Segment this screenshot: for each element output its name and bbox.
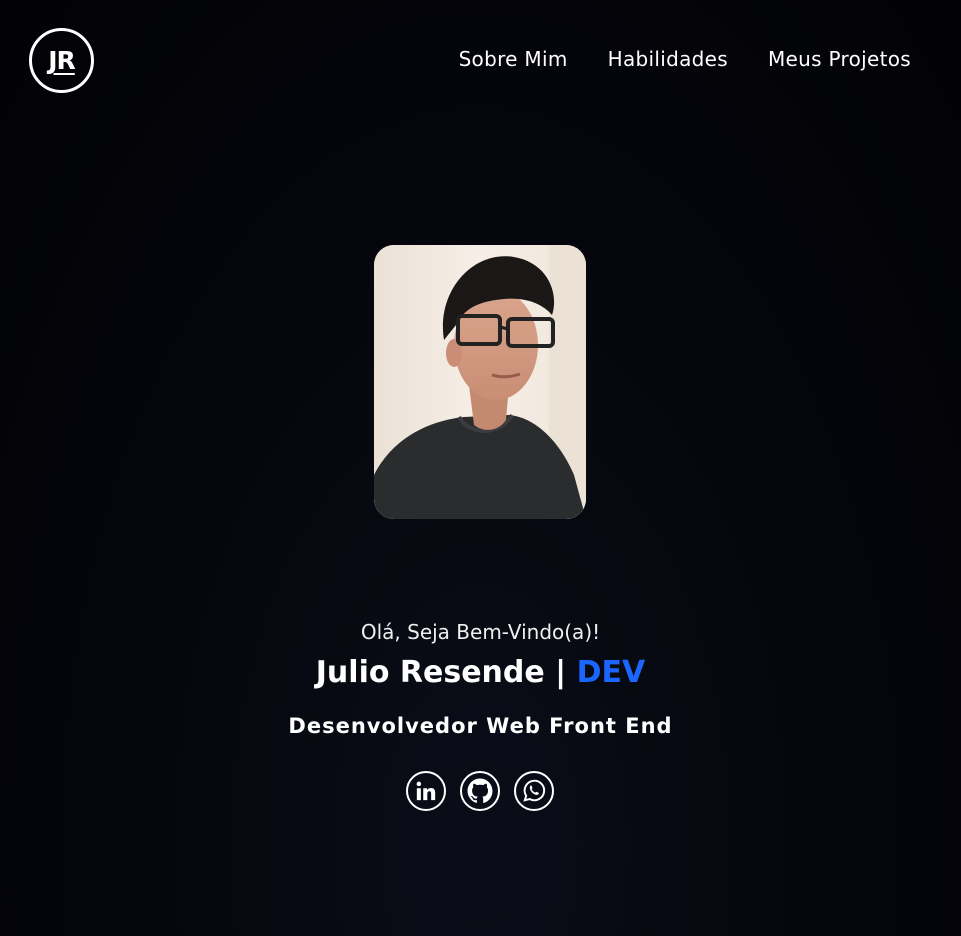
nav-item-habilidades[interactable]: Habilidades [608,47,728,71]
logo[interactable]: JR [29,28,94,93]
role-text: Desenvolvedor Web Front End [288,714,673,738]
whatsapp-icon [523,779,546,802]
profile-photo [374,245,586,519]
whatsapp-button[interactable] [514,771,554,811]
linkedin-icon [416,781,436,801]
nav-item-sobre-mim[interactable]: Sobre Mim [459,47,568,71]
name-text: Julio Resende | [315,655,567,690]
social-links [406,771,554,811]
name-accent: DEV [576,655,646,690]
github-icon [467,778,493,804]
nav-item-meus-projetos[interactable]: Meus Projetos [768,47,911,71]
logo-text: JR [48,46,76,75]
greeting-text: Olá, Seja Bem-Vindo(a)! [360,620,601,644]
main-nav: Sobre Mim Habilidades Meus Projetos [459,47,911,71]
github-button[interactable] [460,771,500,811]
hero-name: Julio Resende | DEV [0,655,961,690]
linkedin-button[interactable] [406,771,446,811]
